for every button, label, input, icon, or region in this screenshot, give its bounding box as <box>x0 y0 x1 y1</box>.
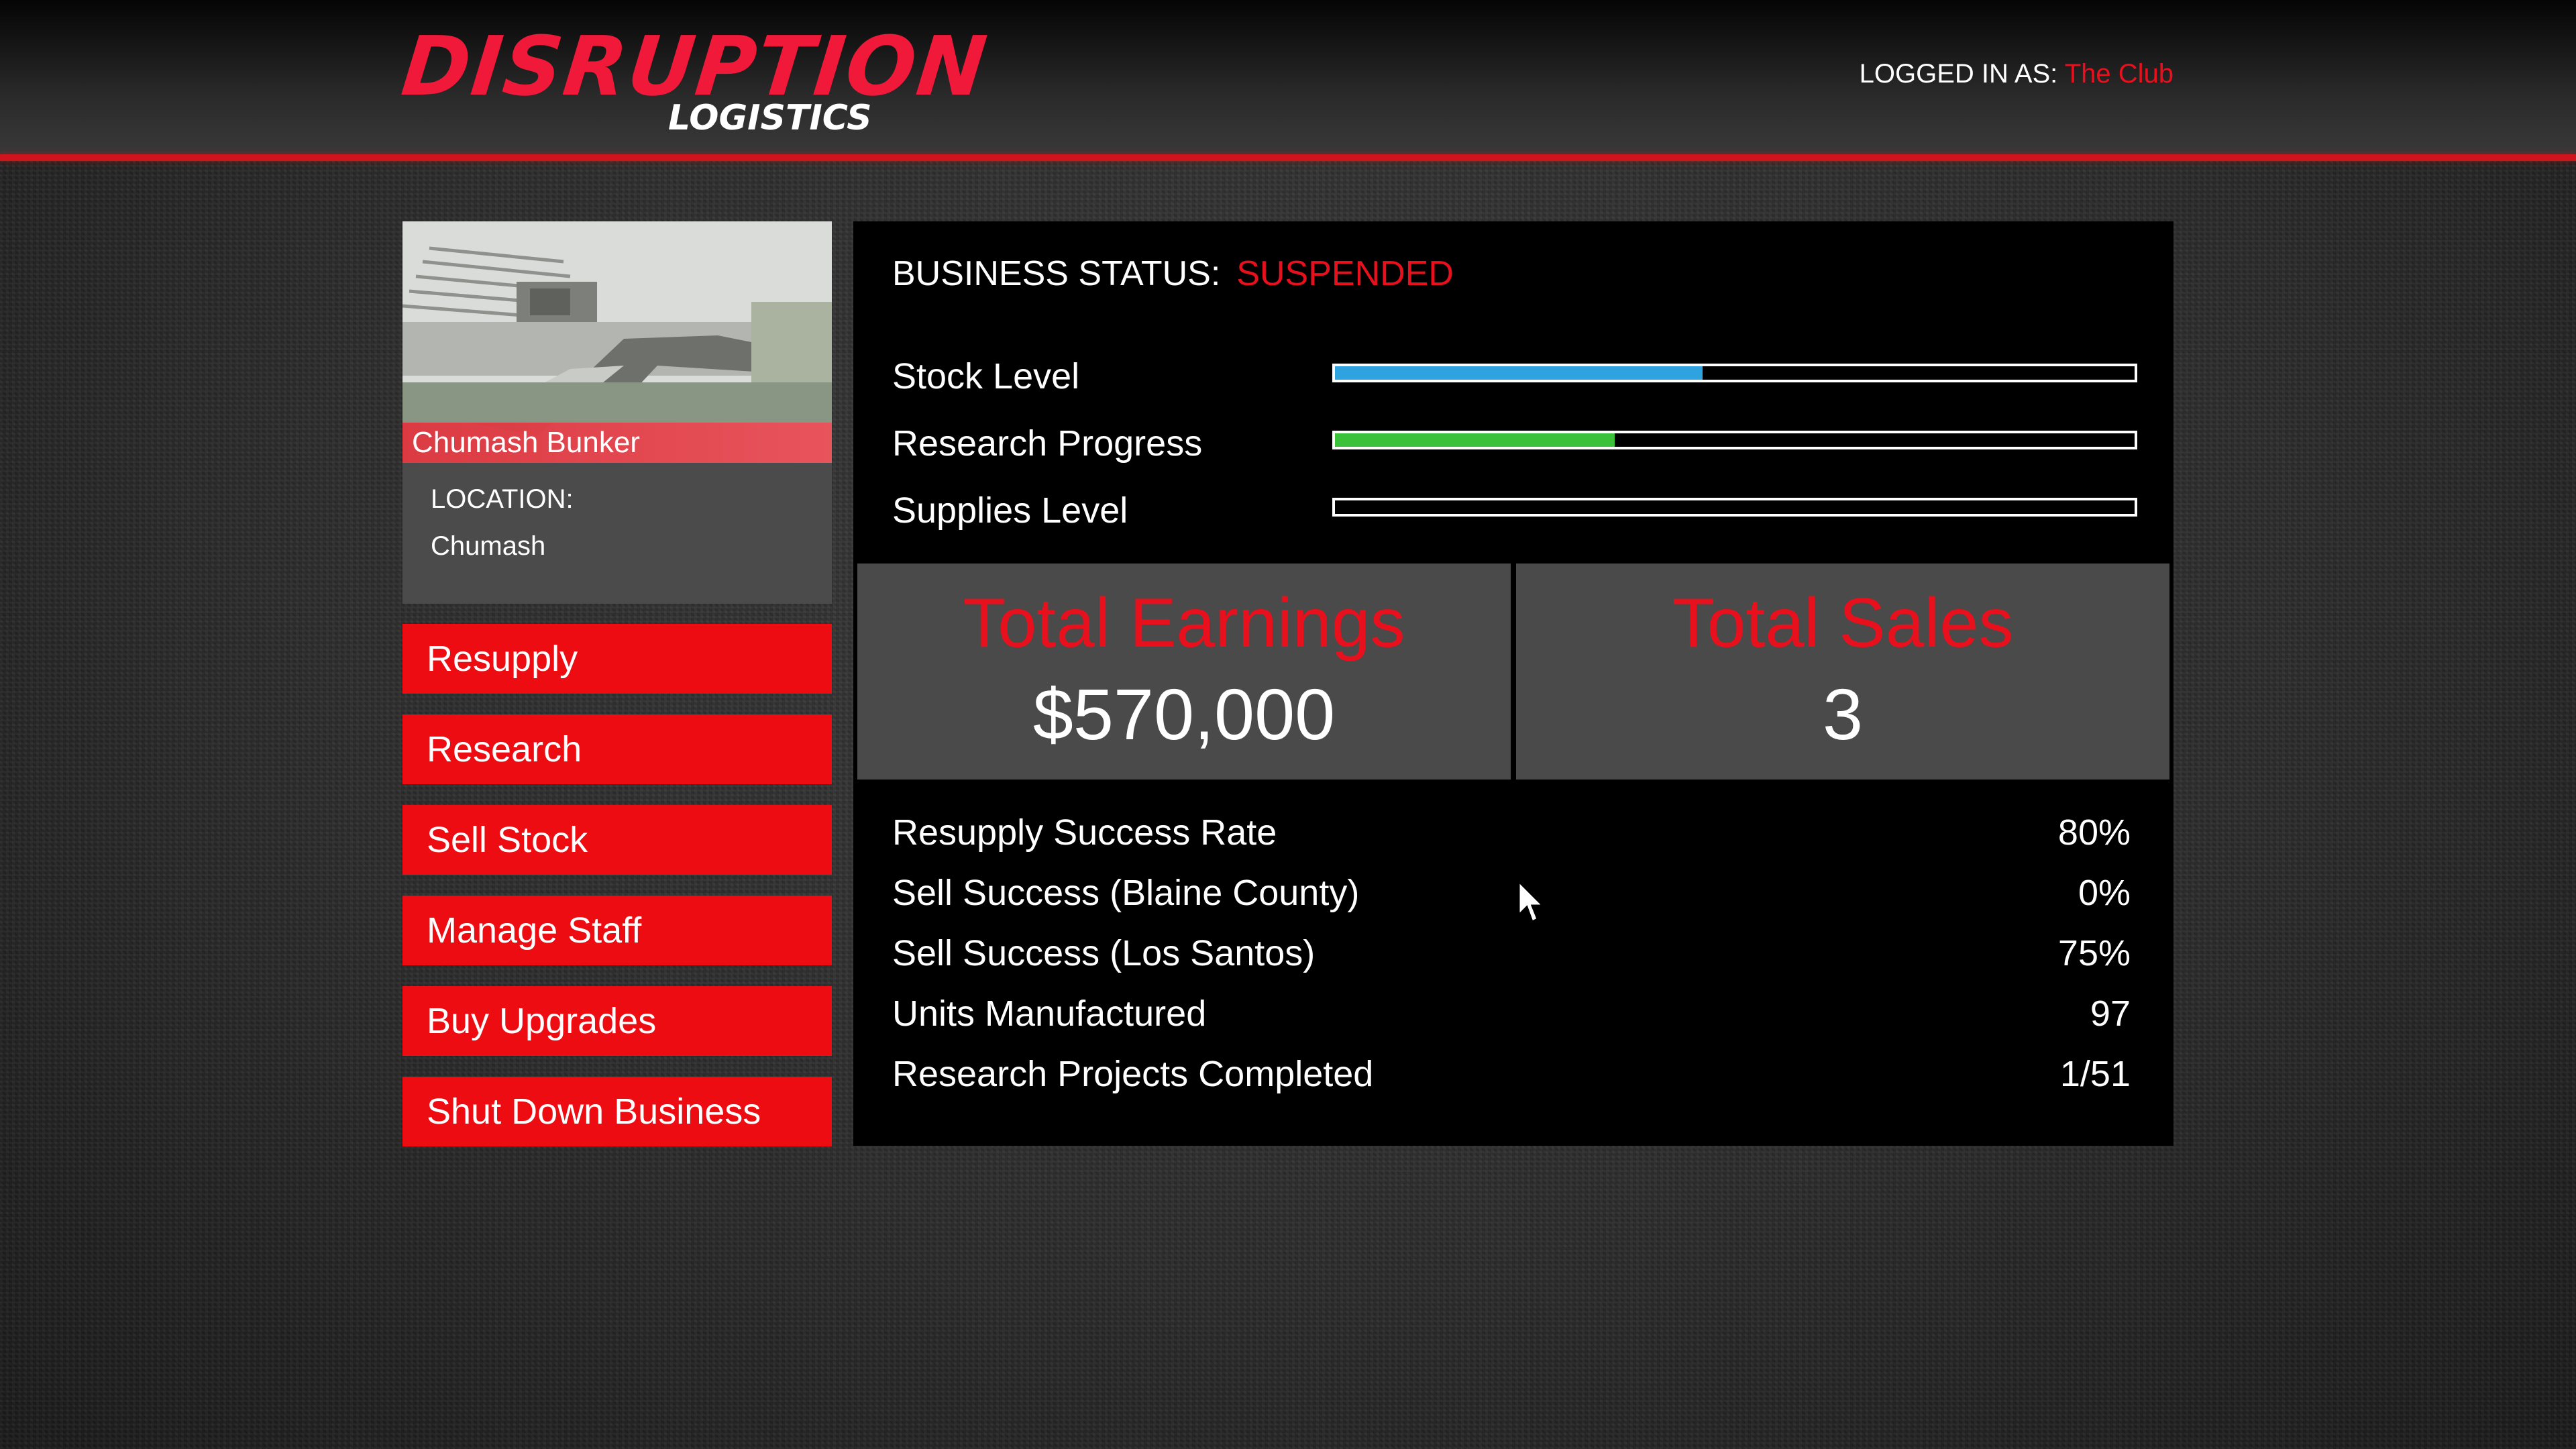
business-overview-panel: BUSINESS STATUS: SUSPENDED Stock Level Re… <box>853 221 2174 1146</box>
units-manufactured-value: 97 <box>2090 994 2131 1034</box>
resupply-success-rate-label: Resupply Success Rate <box>892 812 1277 853</box>
metric-row: Units Manufactured 97 <box>892 993 2131 1046</box>
sell-success-blaine-label: Sell Success (Blaine County) <box>892 873 1360 913</box>
metric-row: Resupply Success Rate 80% <box>892 812 2131 865</box>
location-value: Chumash <box>431 531 546 561</box>
total-earnings-box: Total Earnings $570,000 <box>857 564 1511 780</box>
resupply-success-rate-value: 80% <box>2057 812 2131 853</box>
location-label: LOCATION: <box>431 484 574 514</box>
total-earnings-label: Total Earnings <box>963 584 1405 662</box>
manage-staff-button[interactable]: Manage Staff <box>402 896 832 965</box>
shut-down-business-button[interactable]: Shut Down Business <box>402 1077 832 1146</box>
research-button[interactable]: Research <box>402 714 832 784</box>
business-name: Chumash Bunker <box>412 426 640 459</box>
login-user: The Club <box>2064 59 2174 89</box>
header-divider <box>0 154 2576 161</box>
research-projects-completed-value: 1/51 <box>2059 1054 2131 1094</box>
logo-subtitle: LOGISTICS <box>668 98 872 138</box>
supplies-level-label: Supplies Level <box>892 490 1128 531</box>
metric-row: Sell Success (Blaine County) 0% <box>892 872 2131 926</box>
total-sales-box: Total Sales 3 <box>1516 564 2169 780</box>
logo-title: DISRUPTION <box>397 19 992 114</box>
buy-upgrades-button[interactable]: Buy Upgrades <box>402 986 832 1056</box>
metric-row: Research Projects Completed 1/51 <box>892 1053 2131 1107</box>
sell-success-los-santos-value: 75% <box>2057 933 2131 973</box>
business-status: BUSINESS STATUS: SUSPENDED <box>892 254 1454 294</box>
total-sales-label: Total Sales <box>1672 584 2014 662</box>
stock-level-fill <box>1335 366 1703 380</box>
research-progress-label: Research Progress <box>892 423 1203 464</box>
research-progress-fill <box>1335 433 1615 447</box>
sell-success-los-santos-label: Sell Success (Los Santos) <box>892 933 1316 973</box>
sell-stock-button[interactable]: Sell Stock <box>402 805 832 875</box>
stock-level-bar <box>1332 364 2137 382</box>
mouse-cursor-icon <box>1517 880 1546 924</box>
supplies-level-bar <box>1332 498 2137 517</box>
research-projects-completed-label: Research Projects Completed <box>892 1054 1374 1094</box>
stock-level-label: Stock Level <box>892 356 1080 396</box>
units-manufactured-label: Units Manufactured <box>892 994 1207 1034</box>
login-info: LOGGED IN AS: The Club <box>1860 59 2174 89</box>
metric-row: Sell Success (Los Santos) 75% <box>892 932 2131 986</box>
business-card: Chumash Bunker LOCATION: Chumash <box>402 221 832 604</box>
login-label: LOGGED IN AS: <box>1859 59 2058 89</box>
total-sales-value: 3 <box>1822 674 1864 755</box>
research-progress-bar <box>1332 431 2137 449</box>
status-value: SUSPENDED <box>1236 254 1454 293</box>
resupply-button[interactable]: Resupply <box>402 624 832 694</box>
sell-success-blaine-value: 0% <box>2078 873 2131 913</box>
total-earnings-value: $570,000 <box>1032 674 1336 755</box>
header-bar <box>0 0 2576 160</box>
status-label: BUSINESS STATUS: <box>892 254 1221 293</box>
